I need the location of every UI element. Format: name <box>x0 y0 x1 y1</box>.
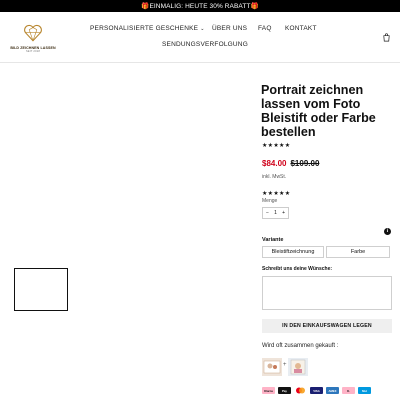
quantity-decrease-button[interactable]: − <box>266 210 269 216</box>
bundle-product-image[interactable] <box>262 358 282 376</box>
quantity-value[interactable]: 1 <box>274 210 277 216</box>
portrait-drawing-icon <box>262 358 282 376</box>
nav-label: SENDUNGSVERFOLGUNG <box>162 41 248 48</box>
tax-note: inkl. MwSt. <box>262 174 287 180</box>
mastercard-payment-icon <box>294 387 307 394</box>
bundle-product-image[interactable] <box>288 358 308 376</box>
rating-stars-secondary[interactable]: ★★★★★ <box>262 190 290 197</box>
variant-option-bleistift[interactable]: Bleistiftzeichnung <box>262 246 324 258</box>
nav-label: PERSONALISIERTE GESCHENKE <box>90 25 199 32</box>
chevron-down-icon: ⌄ <box>200 25 205 32</box>
klarna-payment-icon: Klarna <box>262 387 275 394</box>
header-divider <box>0 62 400 63</box>
info-icon[interactable]: i <box>384 228 391 235</box>
heart-logo-icon <box>24 24 42 42</box>
portrait-photo-icon <box>288 358 308 376</box>
frequently-bought-label: Wird oft zusammen gekauft : <box>262 343 339 349</box>
nav-item-ueber-uns[interactable]: ÜBER UNS <box>212 25 247 32</box>
quantity-label: Menge <box>262 198 278 204</box>
compare-price: $109.00 <box>290 159 320 168</box>
nav-label: KONTAKT <box>285 25 317 32</box>
maestro-payment-icon: Mst <box>358 387 371 394</box>
brand-logo[interactable]: BILD ZEICHNEN LASSEN SEIT 2018 <box>10 22 56 64</box>
product-thumbnail[interactable] <box>14 268 68 311</box>
nav-item-sendungsverfolgung[interactable]: SENDUNGSVERFOLGUNG <box>162 41 248 48</box>
announcement-bar: 🎁EINMALIG: HEUTE 30% RABATT🎁 <box>0 0 400 12</box>
amex-payment-icon: AMEX <box>326 387 339 394</box>
nav-item-kontakt[interactable]: KONTAKT <box>285 25 317 32</box>
sale-price: $84.00 <box>262 159 287 168</box>
bundle-plus: + <box>283 362 287 368</box>
visa-payment-icon: VISA <box>310 387 323 394</box>
variant-label: Variante <box>262 237 284 243</box>
quantity-stepper: − 1 + <box>262 207 289 219</box>
quantity-increase-button[interactable]: + <box>282 210 285 216</box>
wishes-textarea[interactable] <box>262 276 392 310</box>
product-title: Portrait zeichnen lassen vom Foto Bleist… <box>261 83 376 139</box>
nav-item-personalisierte-geschenke[interactable]: PERSONALISIERTE GESCHENKE ⌄ <box>90 25 205 32</box>
add-to-cart-button[interactable]: IN DEN EINKAUFSWAGEN LEGEN <box>262 319 392 333</box>
price-row: $84.00 $109.00 <box>262 159 319 168</box>
site-header: BILD ZEICHNEN LASSEN SEIT 2018 PERSONALI… <box>0 12 400 62</box>
nav-label: FAQ <box>258 25 272 32</box>
nav-item-faq[interactable]: FAQ <box>258 25 272 32</box>
rating-stars[interactable]: ★★★★★ <box>262 142 290 149</box>
wishes-label: Schreibt uns deine Wünsche: <box>262 266 333 272</box>
apple-pay-payment-icon: Pay <box>278 387 291 394</box>
klarna-alt-payment-icon: K. <box>342 387 355 394</box>
announcement-text: 🎁EINMALIG: HEUTE 30% RABATT🎁 <box>141 3 259 10</box>
brand-subtitle: SEIT 2018 <box>25 50 40 53</box>
variant-option-farbe[interactable]: Farbe <box>326 246 390 258</box>
cart-icon[interactable] <box>382 33 391 42</box>
nav-label: ÜBER UNS <box>212 25 248 32</box>
payment-methods: Klarna Pay VISA AMEX K. Mst <box>262 387 394 394</box>
